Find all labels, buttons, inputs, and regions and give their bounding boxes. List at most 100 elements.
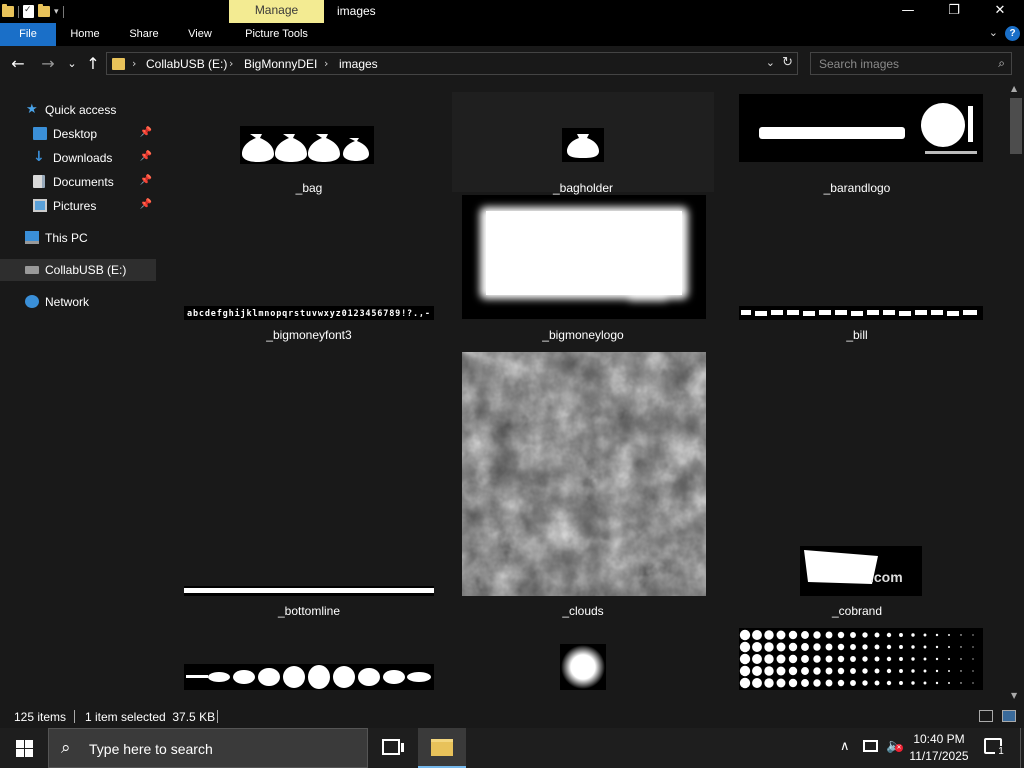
- scrollbar-thumb[interactable]: [1010, 98, 1022, 154]
- file-item[interactable]: [178, 628, 440, 705]
- show-hidden-icons-icon[interactable]: ∧: [840, 739, 850, 754]
- show-desktop-button[interactable]: [1020, 728, 1024, 768]
- coin-dot: [764, 654, 774, 664]
- file-explorer-taskbar-button[interactable]: [418, 728, 466, 768]
- pin-icon[interactable]: 📌: [140, 151, 152, 162]
- forward-button[interactable]: →: [38, 54, 58, 74]
- coin-dot: [739, 653, 751, 665]
- maximize-button[interactable]: ❐: [931, 0, 977, 23]
- tab-share[interactable]: Share: [120, 23, 168, 46]
- coin-dot: [801, 631, 809, 639]
- sidebar-item-label: Documents: [53, 175, 114, 189]
- chevron-right-icon[interactable]: ›: [324, 57, 328, 70]
- taskbar-search[interactable]: ⌕ Type here to search: [48, 728, 368, 768]
- back-button[interactable]: ←: [8, 54, 28, 74]
- tab-view[interactable]: View: [177, 23, 223, 46]
- refresh-icon[interactable]: ↻: [782, 55, 793, 70]
- tab-home[interactable]: Home: [61, 23, 109, 46]
- windows-logo-icon: [25, 740, 33, 748]
- chevron-right-icon[interactable]: ›: [229, 57, 233, 70]
- up-button[interactable]: ↑: [83, 54, 103, 74]
- breadcrumb-folder[interactable]: BigMonnyDEI: [244, 57, 317, 71]
- customize-toolbar-icon[interactable]: ▾: [54, 6, 59, 17]
- sidebar-item-documents[interactable]: Documents 📌: [0, 171, 156, 193]
- file-item[interactable]: _clouds: [452, 350, 714, 628]
- network-status-icon[interactable]: [863, 740, 878, 752]
- file-name: _bill: [846, 328, 868, 342]
- pin-icon[interactable]: 📌: [140, 127, 152, 138]
- details-view-icon[interactable]: [979, 710, 993, 722]
- status-bar: 125 items 1 item selected 37.5 KB: [0, 705, 1024, 728]
- address-bar[interactable]: › CollabUSB (E:) › BigMonnyDEI › images …: [106, 52, 798, 75]
- coin-dot: [862, 656, 868, 662]
- search-box[interactable]: ⌕: [810, 52, 1012, 75]
- coin-dot: [837, 655, 845, 663]
- coin-dot: [948, 646, 950, 648]
- file-item[interactable]: _bottomline: [178, 350, 440, 628]
- volume-muted-icon[interactable]: 🔈✕: [886, 738, 903, 754]
- sidebar-item-network[interactable]: Network: [0, 291, 156, 313]
- properties-icon[interactable]: [23, 4, 34, 18]
- file-item[interactable]: _barandlogo: [726, 92, 988, 195]
- file-item[interactable]: _bill: [726, 194, 988, 350]
- coin-dot: [972, 646, 974, 648]
- clock[interactable]: 10:40 PM 11/17/2025: [904, 731, 974, 765]
- vertical-scrollbar[interactable]: ▲ ▼: [1008, 82, 1024, 705]
- coin-dot: [788, 678, 798, 688]
- scroll-down-arrow[interactable]: ▼: [1011, 691, 1017, 700]
- tab-file[interactable]: File: [0, 23, 56, 46]
- tab-manage[interactable]: Manage: [229, 0, 324, 23]
- coin-dot: [752, 666, 762, 676]
- sidebar-item-collabusb[interactable]: CollabUSB (E:): [0, 259, 156, 281]
- breadcrumb-current[interactable]: images: [339, 57, 378, 71]
- coin-dot: [899, 669, 903, 673]
- pin-icon[interactable]: 📌: [140, 199, 152, 210]
- file-item[interactable]: [726, 628, 988, 705]
- coin-dot: [862, 680, 868, 686]
- file-item[interactable]: [452, 628, 714, 705]
- breadcrumb-drive[interactable]: CollabUSB (E:): [146, 57, 227, 71]
- task-view-icon[interactable]: [382, 739, 404, 755]
- chevron-right-icon[interactable]: ›: [132, 57, 136, 70]
- coin-dot: [739, 665, 751, 677]
- search-input[interactable]: [811, 53, 991, 74]
- file-view[interactable]: _bag _bagholder _barandlogo abcdefghijkl…: [158, 82, 1008, 705]
- sidebar-item-label: Desktop: [53, 127, 98, 141]
- sidebar-item-label: This PC: [45, 231, 88, 245]
- coin-dot: [874, 668, 880, 674]
- chevron-down-icon[interactable]: ⌄: [766, 56, 775, 69]
- minimize-button[interactable]: —: [885, 0, 931, 23]
- sidebar-item-downloads[interactable]: ↓ Downloads 📌: [0, 147, 156, 169]
- ribbon-tabs: File Home Share View Picture Tools ⌄ ?: [0, 23, 1024, 46]
- coin-dot: [739, 629, 751, 641]
- sidebar-item-desktop[interactable]: Desktop 📌: [0, 123, 156, 145]
- sidebar-item-quick-access[interactable]: ★ Quick access: [0, 99, 156, 121]
- help-icon[interactable]: ?: [1005, 26, 1020, 41]
- file-item[interactable]: .com _cobrand: [726, 350, 988, 628]
- coin-dot: [862, 644, 868, 650]
- scroll-up-arrow[interactable]: ▲: [1011, 84, 1017, 93]
- pictures-icon: [33, 199, 47, 212]
- file-item[interactable]: _bag: [178, 92, 440, 195]
- sidebar-item-pictures[interactable]: Pictures 📌: [0, 195, 156, 217]
- coin-dot: [862, 668, 868, 674]
- large-icons-view-icon[interactable]: [1002, 710, 1016, 722]
- notifications-icon[interactable]: 1: [984, 738, 1007, 758]
- coin-dot: [923, 669, 927, 673]
- search-icon[interactable]: ⌕: [998, 56, 1005, 71]
- new-folder-icon[interactable]: [38, 4, 50, 17]
- expand-ribbon-icon[interactable]: ⌄: [989, 26, 998, 39]
- file-item[interactable]: _bagholder: [452, 92, 714, 195]
- sidebar-item-this-pc[interactable]: This PC: [0, 227, 156, 249]
- sidebar-item-label: CollabUSB (E:): [45, 263, 127, 277]
- thumbnail-bill: [739, 306, 983, 320]
- start-button[interactable]: [0, 728, 48, 768]
- tab-picture-tools[interactable]: Picture Tools: [229, 23, 324, 46]
- file-item[interactable]: abcdefghijklmnopqrstuvwxyz0123456789!?.,…: [178, 194, 440, 350]
- recent-locations-button[interactable]: ⌄: [62, 54, 82, 74]
- close-button[interactable]: ✕: [977, 0, 1023, 23]
- coin-dot: [825, 667, 833, 675]
- coin-dot: [935, 669, 939, 673]
- pin-icon[interactable]: 📌: [140, 175, 152, 186]
- file-item[interactable]: _bigmoneylogo: [452, 194, 714, 350]
